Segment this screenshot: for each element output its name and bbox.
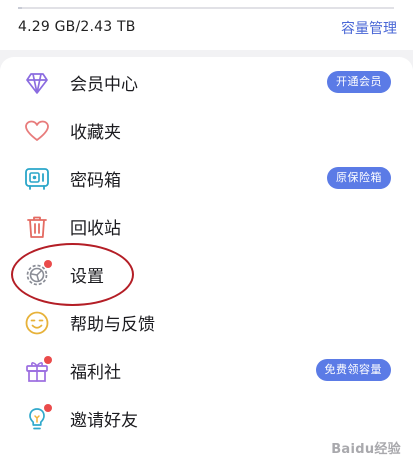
menu-item-label: 收藏夹 [70, 123, 121, 143]
menu-item-label: 设置 [70, 267, 104, 287]
storage-card: 4.29 GB/2.43 TB 容量管理 [0, 0, 413, 50]
menu-item-favorites[interactable]: 收藏夹 [0, 107, 413, 153]
trash-icon [23, 213, 51, 241]
menu-item-vip-center[interactable]: 会员中心 开通会员 [0, 59, 413, 105]
storage-manage-link[interactable]: 容量管理 [341, 18, 397, 38]
smiley-icon [23, 309, 51, 337]
open-vip-button[interactable]: 开通会员 [327, 71, 391, 93]
menu-item-password-box[interactable]: 密码箱 原保险箱 [0, 155, 413, 201]
menu-item-label: 福利社 [70, 363, 121, 383]
storage-usage-text: 4.29 GB/2.43 TB [18, 19, 136, 35]
menu-item-recycle-bin[interactable]: 回收站 [0, 203, 413, 249]
diamond-icon [23, 69, 51, 97]
menu-item-label: 邀请好友 [70, 411, 138, 431]
storage-progress-bar [18, 7, 394, 9]
baidu-watermark: Baidu经验 [331, 442, 401, 457]
free-storage-button[interactable]: 免费领容量 [315, 359, 391, 381]
menu-item-settings[interactable]: 设置 [0, 251, 413, 297]
menu-item-label: 帮助与反馈 [70, 315, 155, 335]
menu-item-welfare[interactable]: 福利社 免费领容量 [0, 347, 413, 393]
menu-item-label: 回收站 [70, 219, 121, 239]
heart-icon [23, 117, 51, 145]
menu-item-label: 会员中心 [70, 75, 138, 95]
menu-card: 会员中心 开通会员 收藏夹 密码箱 原保险箱 回收站 设置 帮助与反馈 福利社 … [0, 57, 413, 465]
notification-dot [44, 356, 52, 364]
gear-icon [23, 260, 52, 289]
menu-item-label: 密码箱 [70, 171, 121, 191]
gift-icon [23, 356, 52, 385]
storage-progress-fill [18, 7, 22, 9]
lightbulb-icon [23, 404, 52, 433]
original-safe-badge[interactable]: 原保险箱 [327, 167, 391, 189]
menu-item-help-feedback[interactable]: 帮助与反馈 [0, 299, 413, 345]
notification-dot [44, 404, 52, 412]
menu-item-invite-friends[interactable]: 邀请好友 [0, 395, 413, 441]
notification-dot [44, 260, 52, 268]
safe-icon [23, 165, 51, 193]
